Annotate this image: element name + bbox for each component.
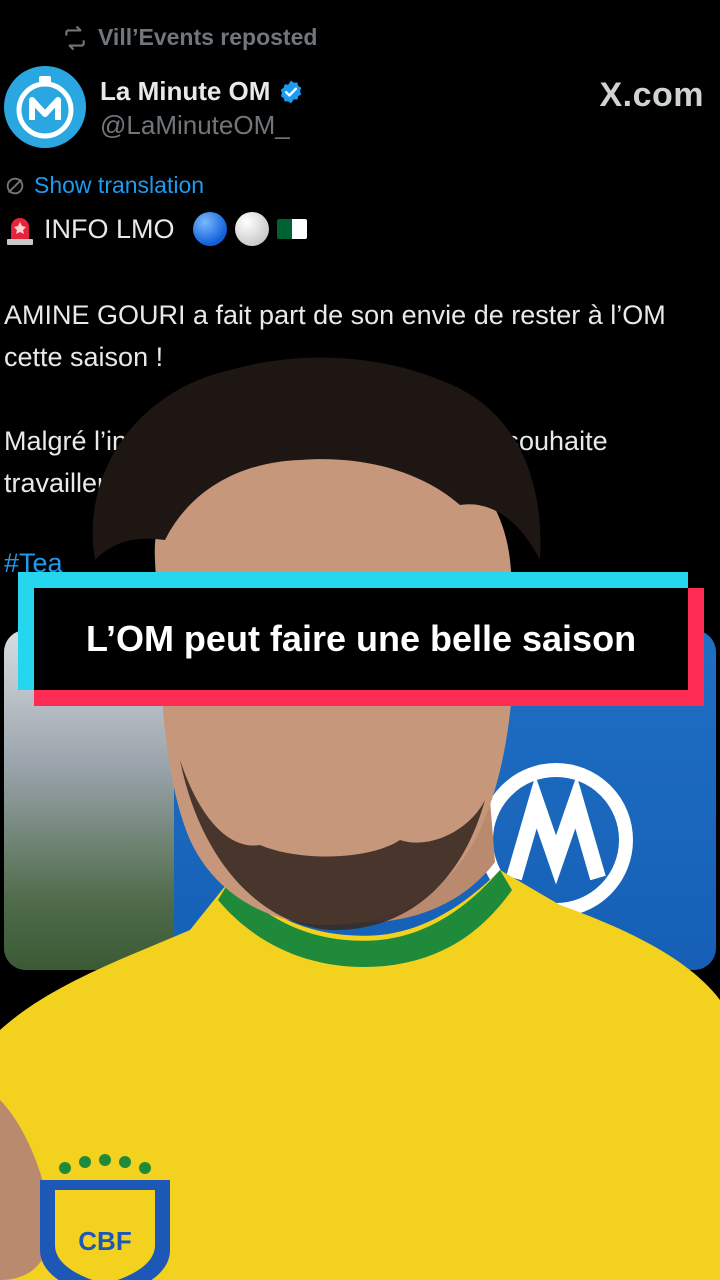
caption-box: L’OM peut faire une belle saison bbox=[34, 588, 688, 690]
caption-banner: L’OM peut faire une belle saison bbox=[18, 572, 704, 706]
caption-text: L’OM peut faire une belle saison bbox=[85, 618, 637, 659]
svg-text:CBF: CBF bbox=[78, 1226, 131, 1256]
